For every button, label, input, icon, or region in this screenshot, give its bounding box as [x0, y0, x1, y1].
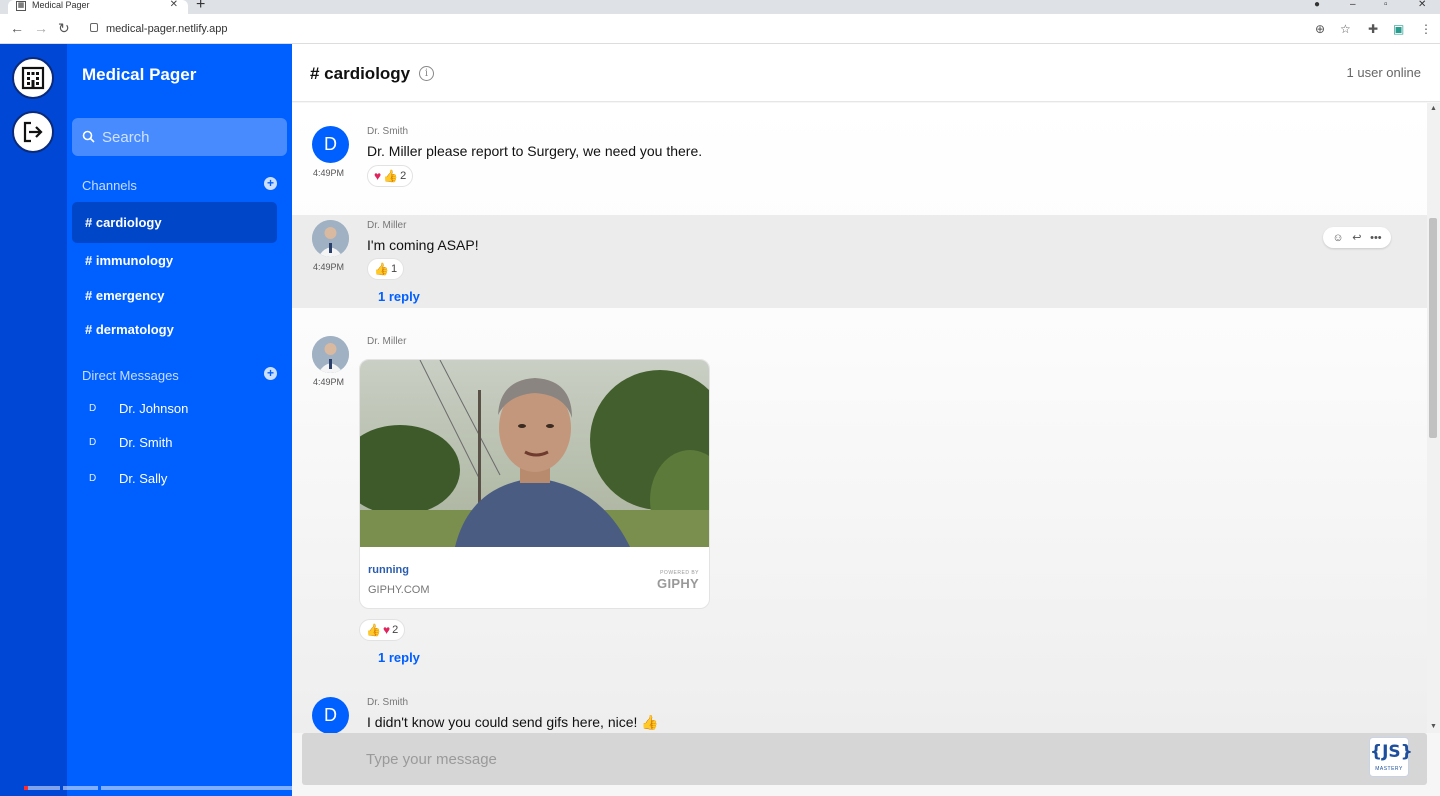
channel-cardiology[interactable]: # cardiology	[85, 215, 162, 230]
gif-title[interactable]: running	[368, 564, 409, 576]
message-author: Dr. Smith	[367, 126, 409, 137]
logout-icon[interactable]	[12, 111, 54, 153]
watermark-sub: MASTERY	[1375, 766, 1403, 772]
channel-immunology[interactable]: # immunology	[85, 253, 173, 268]
reaction-bar[interactable]: 👍 1	[367, 258, 405, 280]
close-window-icon[interactable]: ✕	[1418, 0, 1426, 10]
thumbs-up-icon: 👍	[383, 169, 399, 183]
video-progress-bar[interactable]	[0, 786, 292, 790]
reaction-count: 2	[392, 624, 399, 636]
thread-reply-link[interactable]: 1 reply	[378, 650, 420, 665]
extension-icon[interactable]: ▣	[1393, 22, 1404, 36]
reaction-bar[interactable]: 👍 ♥ 2	[359, 619, 406, 641]
heart-icon: ♥	[374, 169, 382, 183]
online-count: 1 user online	[1346, 65, 1421, 80]
message-time: 4:49PM	[313, 377, 345, 387]
dm-name: Dr. Johnson	[119, 401, 189, 416]
hospital-icon[interactable]	[12, 57, 54, 99]
message-list[interactable]: D 4:49PM Dr. Smith Dr. Miller please rep…	[292, 103, 1427, 733]
maximize-icon[interactable]: ▫	[1384, 0, 1388, 10]
giphy-logo: POWERED BY GIPHY	[657, 570, 699, 591]
reaction-bar[interactable]: ♥ 👍 2	[367, 165, 414, 187]
message-composer[interactable]	[302, 733, 1427, 785]
giphy-brand: GIPHY	[657, 576, 699, 591]
search-box[interactable]	[72, 118, 287, 156]
scrollbar-thumb[interactable]	[1429, 218, 1437, 438]
forward-icon[interactable]: →	[34, 20, 48, 36]
watermark-logo: {JS} MASTERY	[1369, 737, 1413, 777]
zoom-icon[interactable]: ⊕	[1315, 22, 1325, 36]
message-text: Dr. Miller please report to Surgery, we …	[367, 143, 703, 159]
gif-source: GIPHY.COM	[368, 584, 430, 596]
channel-dermatology[interactable]: # dermatology	[85, 322, 174, 337]
reply-icon[interactable]: ↩	[1352, 231, 1361, 244]
gif-attachment[interactable]: running GIPHY.COM POWERED BY GIPHY	[359, 359, 710, 609]
close-tab-icon[interactable]: ✕	[170, 0, 178, 10]
message-hover-highlight	[292, 215, 1427, 308]
thumbs-up-icon: 👍	[366, 623, 381, 637]
info-icon[interactable]: i	[419, 66, 434, 81]
browser-tab-title: Medical Pager	[32, 0, 90, 10]
search-input[interactable]	[102, 118, 282, 156]
browser-menu-icon[interactable]: ⋮	[1420, 22, 1432, 36]
reload-icon[interactable]: ↻	[58, 20, 70, 36]
message-text: I didn't know you could send gifs here, …	[367, 714, 659, 730]
avatar[interactable]: D	[312, 697, 349, 733]
message-author: Dr. Miller	[367, 220, 407, 231]
reaction-count: 1	[390, 263, 398, 275]
channels-title: Channels	[82, 178, 137, 193]
channel-header: # cardiology i 1 user online	[292, 44, 1440, 102]
message-actions: ☺ ↩ •••	[1323, 227, 1391, 248]
message-text: I'm coming ASAP!	[367, 237, 479, 253]
heart-icon: ♥	[382, 623, 391, 637]
dm-name: Dr. Smith	[119, 435, 173, 450]
back-icon[interactable]: ←	[10, 20, 24, 36]
scrollbar[interactable]: ▲ ▼	[1427, 103, 1440, 733]
dm-initial: D	[89, 437, 97, 448]
sidebar: Medical Pager Channels + # cardiology # …	[67, 44, 292, 796]
message-author: Dr. Miller	[367, 336, 407, 347]
dm-name: Dr. Sally	[119, 471, 168, 486]
channel-title: # cardiology	[310, 64, 411, 83]
scroll-down-icon[interactable]: ▼	[1430, 723, 1437, 730]
more-icon[interactable]: •••	[1370, 232, 1382, 244]
search-icon	[82, 130, 95, 143]
avatar[interactable]: D	[312, 126, 349, 163]
browser-tab[interactable]: ▦ Medical Pager ✕	[8, 0, 188, 14]
gif-image[interactable]	[360, 360, 710, 547]
icon-rail	[0, 44, 67, 796]
reaction-count: 2	[400, 170, 407, 182]
thread-reply-link[interactable]: 1 reply	[378, 289, 420, 304]
address-bar[interactable]: medical-pager.netlify.app	[106, 23, 227, 35]
new-tab-icon[interactable]: +	[196, 0, 205, 13]
message-time: 4:49PM	[313, 262, 345, 272]
minimize-icon[interactable]: –	[1350, 0, 1356, 10]
avatar[interactable]	[312, 220, 349, 257]
message-input[interactable]	[366, 733, 1266, 785]
add-channel-icon[interactable]: +	[264, 177, 277, 190]
main-panel: # cardiology i 1 user online D 4:49PM Dr…	[292, 44, 1440, 796]
add-dm-icon[interactable]: +	[264, 367, 277, 380]
dm-initial: D	[89, 473, 97, 484]
direct-messages-title: Direct Messages	[82, 368, 179, 383]
bookmark-star-icon[interactable]: ☆	[1340, 22, 1351, 36]
channel-emergency[interactable]: # emergency	[85, 288, 165, 303]
thumbs-up-icon: 👍	[374, 262, 389, 276]
app-title: Medical Pager	[82, 65, 197, 84]
hospital-favicon-icon: ▦	[16, 1, 26, 11]
avatar[interactable]	[312, 336, 349, 373]
message-time: 4:49PM	[313, 168, 345, 178]
emoji-icon[interactable]: ☺	[1332, 232, 1343, 244]
browser-toolbar: ← → ↻ medical-pager.netlify.app ⊕ ☆ ✚ ▣ …	[0, 14, 1440, 44]
lock-icon	[90, 23, 98, 32]
extensions-icon[interactable]: ✚	[1368, 22, 1378, 36]
profile-icon[interactable]: ●	[1314, 0, 1320, 10]
dm-initial: D	[89, 403, 97, 414]
watermark-brand: {JS}	[1370, 742, 1413, 762]
browser-tab-strip: ▦ Medical Pager ✕ + ● – ▫ ✕	[0, 0, 1440, 14]
message-author: Dr. Smith	[367, 697, 409, 708]
scroll-up-icon[interactable]: ▲	[1430, 105, 1437, 112]
